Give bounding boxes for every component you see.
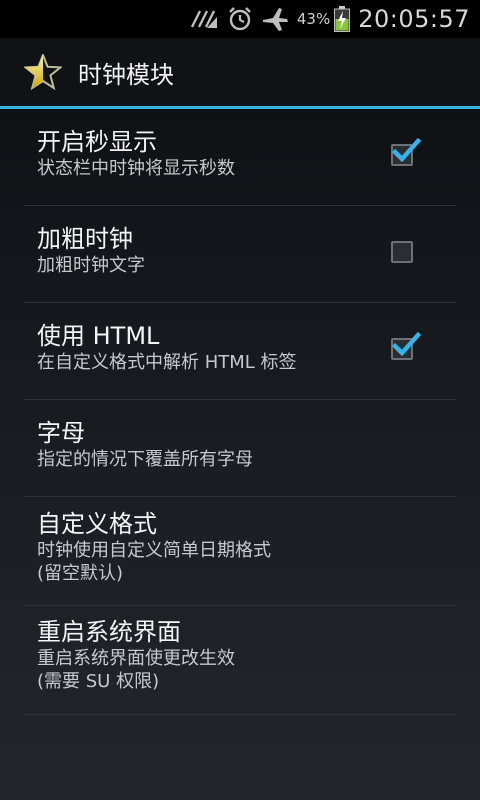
- check-icon: [391, 331, 421, 357]
- pref-title: 自定义格式: [37, 510, 157, 538]
- pref-restart-systemui[interactable]: 重启系统界面 重启系统界面使更改生效 (需要 SU 权限): [24, 606, 456, 715]
- airplane-icon: [261, 6, 289, 32]
- check-icon: [391, 137, 421, 163]
- network-icon: [189, 9, 219, 29]
- battery-charging-icon: [334, 6, 351, 32]
- pref-custom-format[interactable]: 自定义格式 时钟使用自定义简单日期格式 (留空默认): [24, 497, 456, 606]
- pref-bold-clock[interactable]: 加粗时钟 加粗时钟文字: [24, 206, 456, 303]
- preference-list: 开启秒显示 状态栏中时钟将显示秒数 加粗时钟 加粗时钟文字 使用 HTML 在自…: [24, 109, 456, 715]
- battery-percent: 43%: [296, 10, 331, 28]
- clock-time: 20:05:57: [358, 5, 470, 33]
- pref-summary: 时钟使用自定义简单日期格式 (留空默认): [37, 540, 271, 584]
- pref-summary: 指定的情况下覆盖所有字母: [37, 449, 253, 470]
- show-seconds-checkbox[interactable]: [391, 137, 421, 166]
- half-star-icon[interactable]: [24, 52, 64, 92]
- pref-letters[interactable]: 字母 指定的情况下覆盖所有字母: [24, 400, 456, 497]
- pref-show-seconds[interactable]: 开启秒显示 状态栏中时钟将显示秒数: [24, 109, 456, 206]
- use-html-checkbox[interactable]: [391, 331, 421, 360]
- pref-title: 字母: [37, 419, 85, 447]
- pref-title: 重启系统界面: [37, 618, 181, 646]
- alarm-icon: [227, 6, 253, 32]
- action-bar: 时钟模块: [0, 38, 480, 106]
- pref-summary: 重启系统界面使更改生效 (需要 SU 权限): [37, 648, 235, 692]
- bold-clock-checkbox[interactable]: [391, 241, 413, 263]
- screen-title: 时钟模块: [78, 60, 174, 89]
- status-bar: 43% 20:05:57: [0, 0, 480, 38]
- pref-use-html[interactable]: 使用 HTML 在自定义格式中解析 HTML 标签: [24, 303, 456, 400]
